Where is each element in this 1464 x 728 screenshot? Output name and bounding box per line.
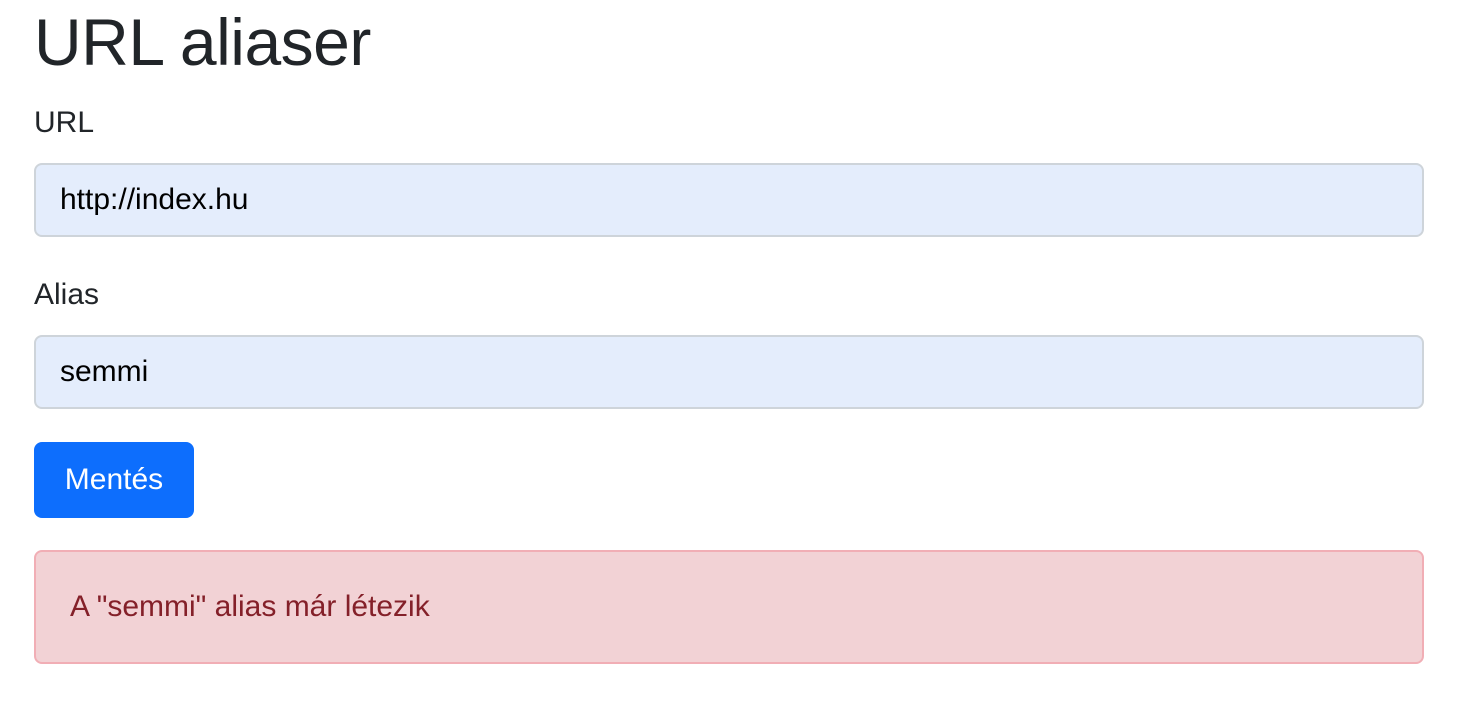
alias-input[interactable] bbox=[34, 335, 1424, 409]
error-alert-message: A "semmi" alias már létezik bbox=[70, 590, 430, 623]
page-container: URL aliaser URL Alias Mentés A "semmi" a… bbox=[0, 0, 1464, 728]
url-input[interactable] bbox=[34, 163, 1424, 237]
save-button[interactable]: Mentés bbox=[34, 442, 194, 518]
alias-label: Alias bbox=[34, 278, 100, 311]
url-label: URL bbox=[34, 106, 95, 139]
page-title: URL aliaser bbox=[34, 5, 371, 79]
error-alert: A "semmi" alias már létezik bbox=[34, 550, 1424, 664]
